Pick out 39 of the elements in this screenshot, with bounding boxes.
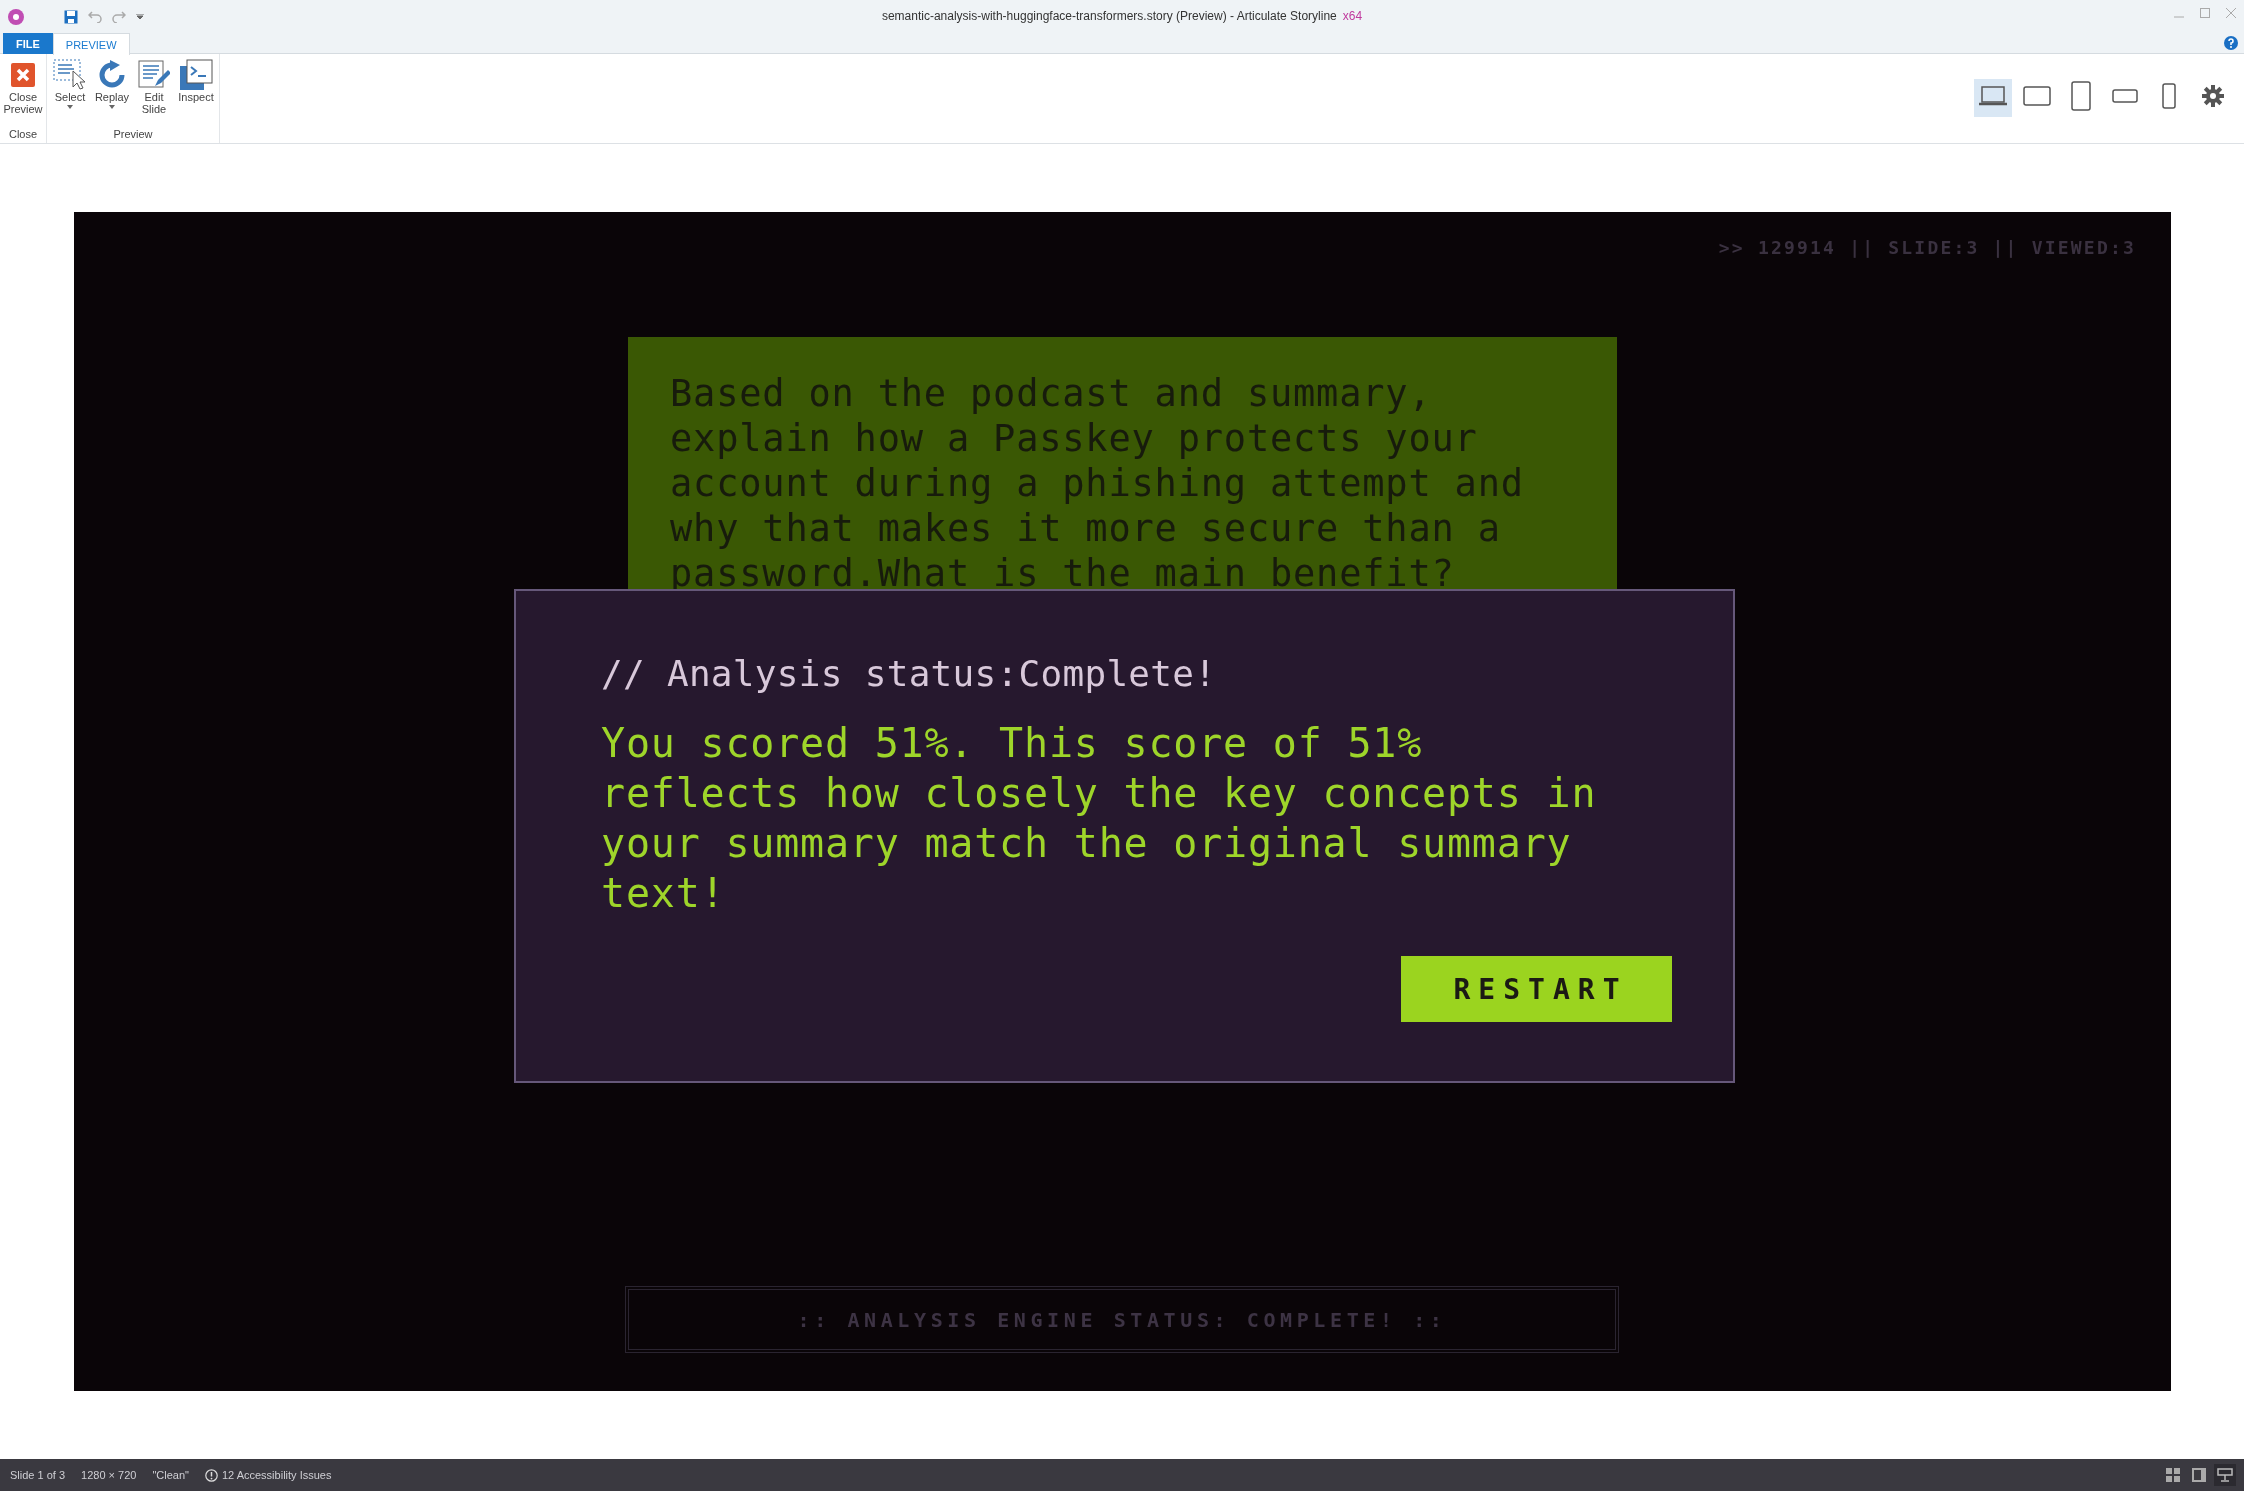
help-icon[interactable] bbox=[2224, 36, 2238, 50]
ribbon-tab[interactable]: PREVIEW bbox=[52, 33, 130, 55]
undo-icon[interactable] bbox=[88, 10, 102, 23]
group-label: Preview bbox=[112, 128, 154, 142]
presenter-view-button[interactable] bbox=[2214, 1464, 2236, 1486]
ribbon-button[interactable]: Replay bbox=[92, 57, 132, 128]
phone-icon bbox=[2161, 83, 2177, 112]
status-item: "Clean" bbox=[152, 1469, 189, 1481]
selection-cursor-icon bbox=[53, 59, 87, 91]
group-label: Close bbox=[7, 128, 39, 142]
view-icon bbox=[2192, 1468, 2206, 1482]
status-item: Slide 1 of 3 bbox=[10, 1469, 66, 1481]
ribbon-tab[interactable]: FILE bbox=[3, 33, 53, 54]
status-item: 1280 × 720 bbox=[81, 1469, 137, 1481]
dialog-title: // Analysis status:Complete! bbox=[601, 653, 1217, 694]
dropdown-icon[interactable] bbox=[136, 13, 144, 20]
ribbon-button[interactable]: Close Preview bbox=[3, 57, 43, 128]
window-title: semantic-analysis-with-huggingface-transformers.story (Preview) - Articulate Storyline x64 bbox=[881, 9, 1363, 23]
view-icon bbox=[2166, 1468, 2180, 1482]
device-view-button[interactable] bbox=[1974, 78, 2012, 117]
dialog-message: You scored 51%. This score of 51% reflects how closely the key concepts in your summary match the original summary text! bbox=[601, 719, 1598, 918]
redo-icon[interactable] bbox=[112, 10, 126, 23]
ribbon-button[interactable]: Edit Slide bbox=[134, 57, 174, 128]
terminal-icon bbox=[179, 59, 213, 91]
ribbon-button[interactable]: Inspect bbox=[176, 57, 216, 128]
warning-icon bbox=[205, 1468, 218, 1482]
app-logo-icon bbox=[8, 8, 24, 25]
settings-icon bbox=[2202, 85, 2224, 110]
accessibility-issues-link[interactable]: 12 Accessibility Issues bbox=[222, 1469, 332, 1481]
restart-button[interactable]: RESTART bbox=[1401, 956, 1672, 1022]
status-text: :: ANALYSIS ENGINE STATUS: COMPLETE! :: bbox=[797, 1307, 1447, 1332]
save-icon[interactable] bbox=[64, 9, 78, 24]
ribbon-button[interactable]: Select bbox=[50, 57, 90, 128]
edit-document-icon bbox=[138, 59, 170, 91]
slide-header: >> 129914 || SLIDE:3 || VIEWED:3 bbox=[1718, 237, 2136, 258]
view-icon bbox=[2217, 1468, 2233, 1482]
close-icon[interactable] bbox=[2226, 8, 2236, 18]
tablet-icon bbox=[2070, 81, 2092, 114]
maximize-icon[interactable] bbox=[2200, 8, 2210, 18]
